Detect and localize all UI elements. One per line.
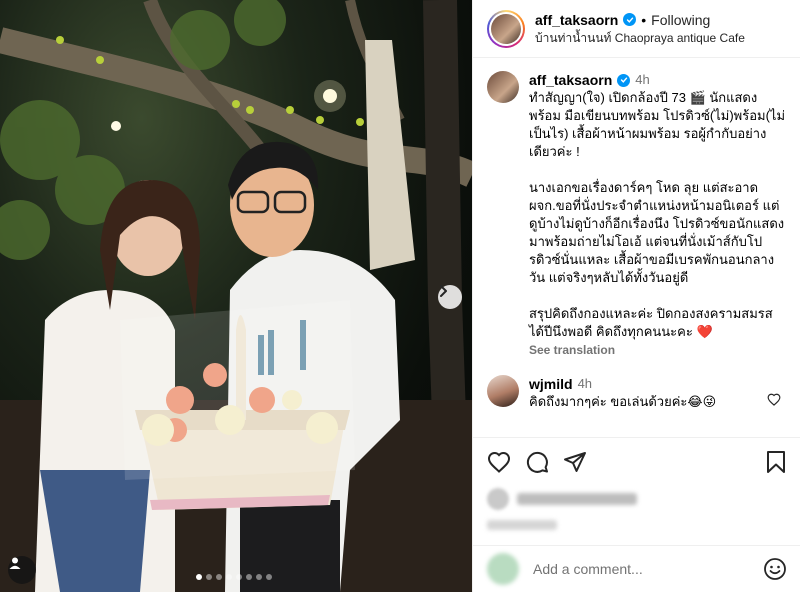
user-tag-button[interactable] xyxy=(8,556,36,584)
comment-item: wjmild 4h คิดถึงมากๆค่ะ ขอเล่นด้วยค่ะ😂😜 xyxy=(487,375,787,411)
comment-header: wjmild 4h xyxy=(529,375,759,393)
avatar-inner xyxy=(489,11,523,46)
comment-text: คิดถึงมากๆค่ะ ขอเล่นด้วยค่ะ😂😜 xyxy=(529,394,717,409)
commenter-avatar[interactable] xyxy=(487,375,519,407)
comment-icon[interactable] xyxy=(525,450,549,474)
like-icon[interactable] xyxy=(487,451,511,473)
caption-username[interactable]: aff_taksaorn xyxy=(529,71,612,89)
post-photo[interactable] xyxy=(0,0,472,592)
current-user-avatar xyxy=(487,553,519,585)
header-separator: • xyxy=(641,11,647,28)
caption-avatar[interactable] xyxy=(487,71,519,103)
comments-section[interactable]: aff_taksaorn 4h ทำสัญญา(ใจ) เปิดกล้องปี … xyxy=(473,59,800,437)
post-caption: aff_taksaorn 4h ทำสัญญา(ใจ) เปิดกล้องปี … xyxy=(487,71,787,357)
caption-header: aff_taksaorn 4h xyxy=(529,71,787,89)
following-button[interactable]: Following xyxy=(651,11,710,29)
carousel-dot xyxy=(216,574,222,580)
liked-by-avatar xyxy=(487,488,509,510)
comment-like-icon[interactable] xyxy=(767,393,781,411)
post-actions xyxy=(473,437,800,545)
photo-illustration xyxy=(0,0,472,592)
carousel-dot xyxy=(206,574,212,580)
carousel-indicator xyxy=(196,574,272,580)
caption-text: ทำสัญญา(ใจ) เปิดกล้องปี 73 🎬 นักแสดงพร้อ… xyxy=(529,90,786,339)
next-arrow-icon xyxy=(440,285,447,297)
carousel-dot xyxy=(196,574,202,580)
caption-body: aff_taksaorn 4h ทำสัญญา(ใจ) เปิดกล้องปี … xyxy=(529,71,787,357)
post-timestamp xyxy=(487,520,557,530)
add-comment-bar xyxy=(473,545,800,592)
author-avatar[interactable] xyxy=(487,9,525,48)
carousel-dot xyxy=(256,574,262,580)
carousel-dot xyxy=(266,574,272,580)
add-comment-input[interactable] xyxy=(533,561,763,577)
caption-time[interactable]: 4h xyxy=(635,71,649,89)
post-header: aff_taksaorn • Following บ้านท่าน้ำนนท์ … xyxy=(473,0,800,58)
share-icon[interactable] xyxy=(563,450,587,474)
liked-by-row xyxy=(487,488,787,510)
comment-body: wjmild 4h คิดถึงมากๆค่ะ ขอเล่นด้วยค่ะ😂😜 xyxy=(529,375,759,411)
verified-badge-icon xyxy=(617,73,631,87)
post-panel: aff_taksaorn • Following บ้านท่าน้ำนนท์ … xyxy=(472,0,800,592)
avatar-image xyxy=(491,13,521,44)
action-icons xyxy=(487,450,787,474)
next-slide-button[interactable] xyxy=(438,285,462,309)
carousel-dot xyxy=(226,574,232,580)
commenter-username[interactable]: wjmild xyxy=(529,375,573,393)
verified-badge-icon xyxy=(623,13,637,26)
author-username[interactable]: aff_taksaorn xyxy=(535,11,618,29)
carousel-dot xyxy=(246,574,252,580)
header-title-row: aff_taksaorn • Following xyxy=(535,11,745,29)
header-text: aff_taksaorn • Following บ้านท่าน้ำนนท์ … xyxy=(535,11,745,47)
comment-time[interactable]: 4h xyxy=(578,375,592,393)
user-tag-icon xyxy=(9,557,21,569)
see-translation-link[interactable]: See translation xyxy=(529,343,787,357)
liked-by-text xyxy=(517,493,637,505)
carousel-dot xyxy=(236,574,242,580)
emoji-icon[interactable] xyxy=(763,557,787,581)
post-location[interactable]: บ้านท่าน้ำนนท์ Chaopraya antique Cafe xyxy=(535,29,745,47)
save-icon[interactable] xyxy=(765,450,787,474)
